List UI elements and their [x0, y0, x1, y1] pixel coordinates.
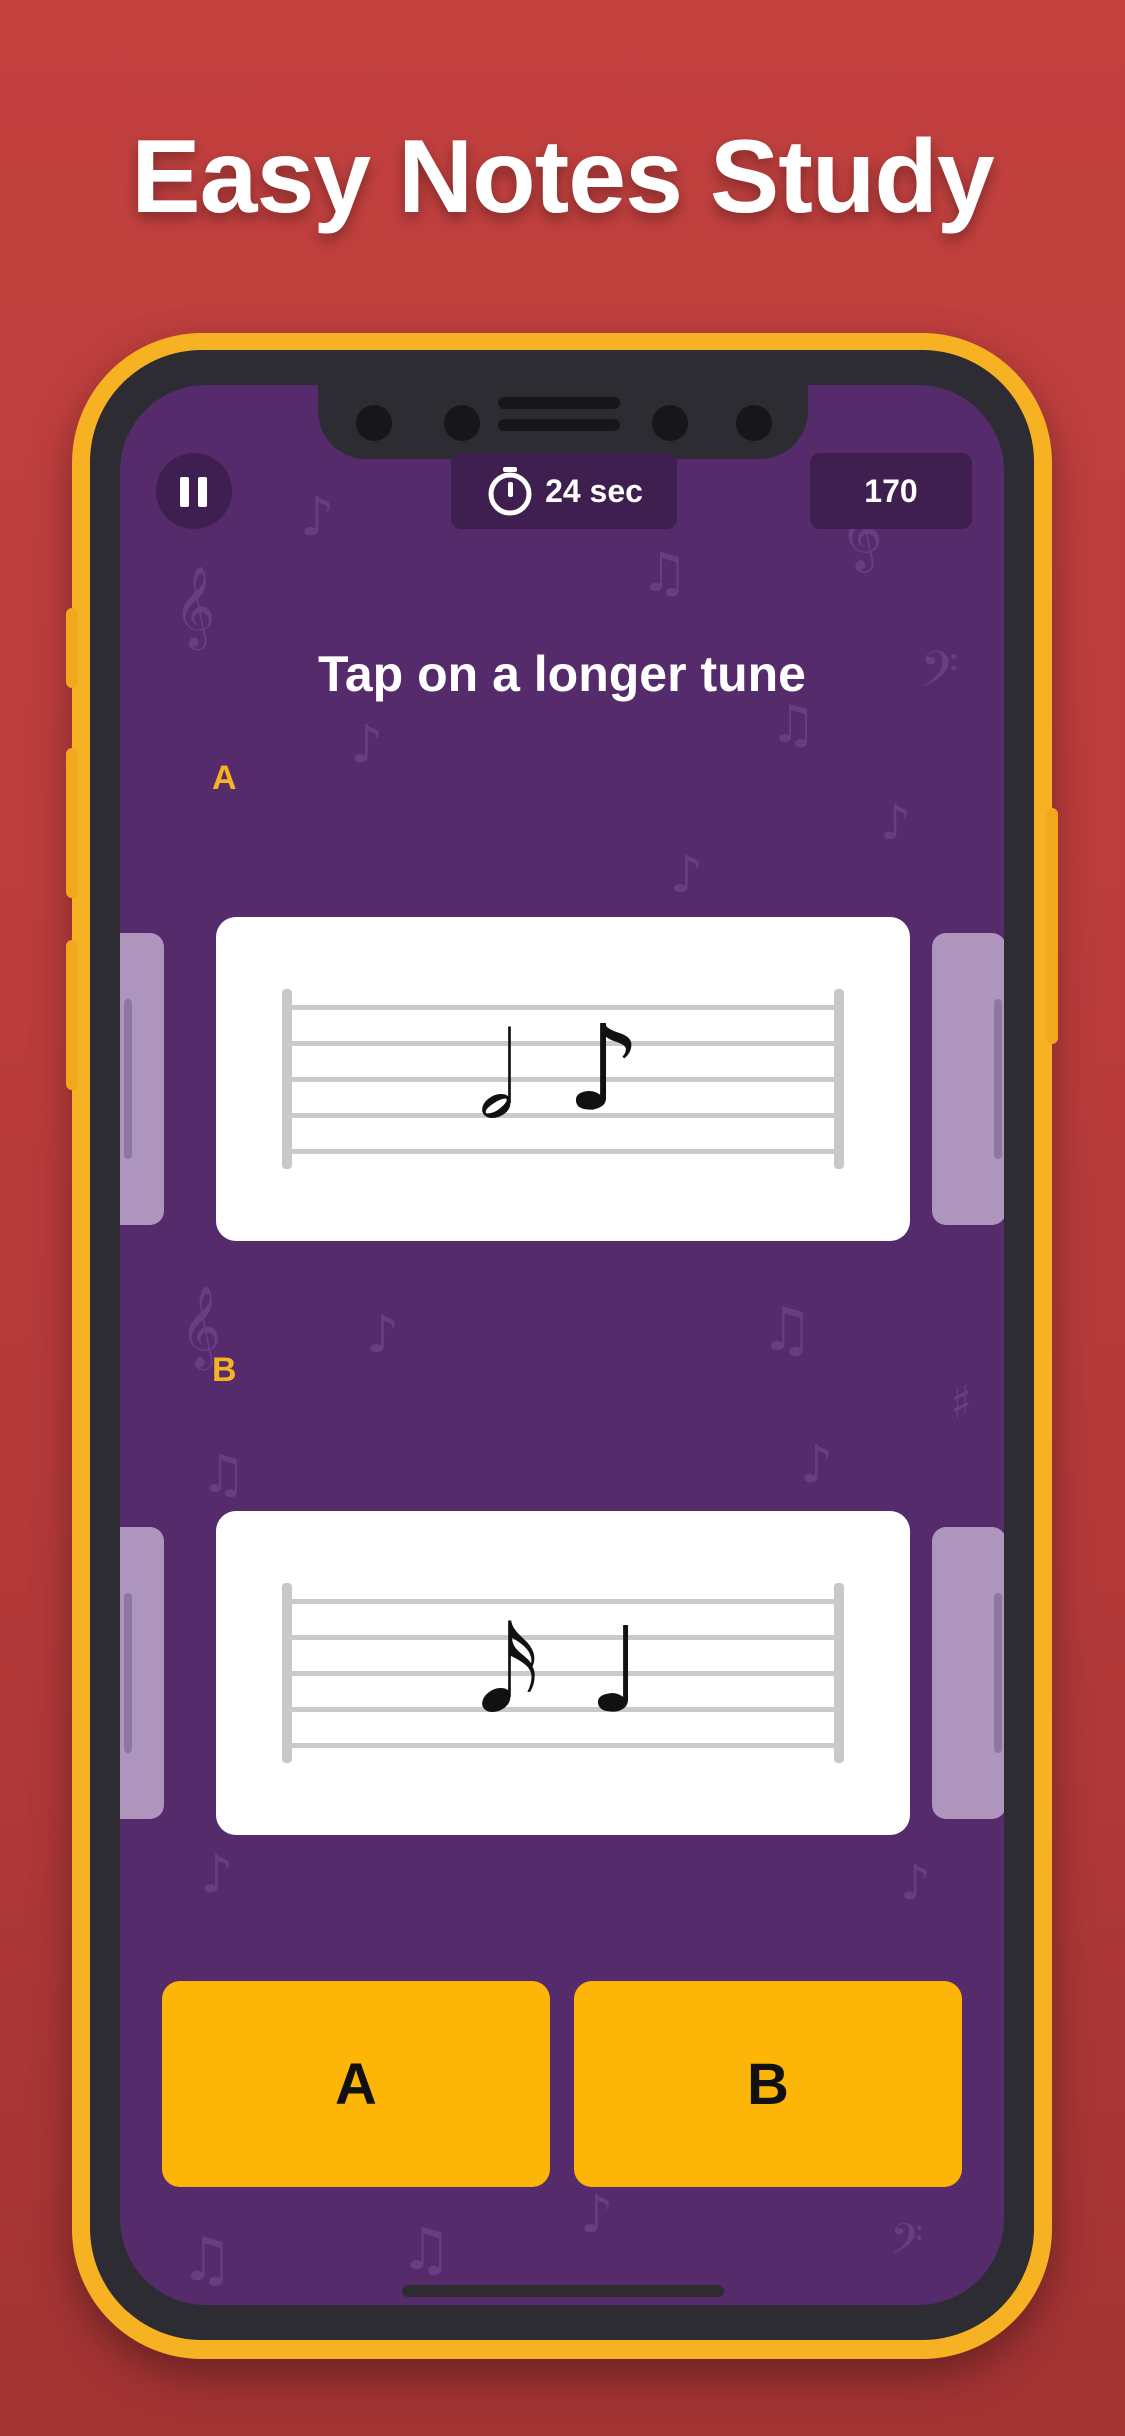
phone-side-button	[66, 748, 78, 898]
next-card-peek	[932, 933, 1004, 1225]
staff-line	[286, 1635, 842, 1640]
background-music-note-icon: ♪	[670, 845, 704, 905]
staff-line	[286, 1077, 842, 1082]
background-music-note-icon: ♪	[800, 1435, 834, 1495]
pause-button[interactable]	[156, 453, 232, 529]
staff-line	[286, 1113, 842, 1118]
eighth-note-icon: ♪	[566, 999, 642, 1137]
timer-badge: 24 sec	[451, 453, 677, 529]
phone-side-button	[66, 608, 78, 688]
sixteenth-note-icon: 𝅘𝅥𝅯	[478, 1601, 540, 1739]
background-music-note-icon: ♪	[900, 1855, 931, 1911]
background-music-note-icon: ♪	[580, 2185, 614, 2245]
answer-a-button[interactable]: A	[162, 1981, 550, 2187]
option-a-label: A	[212, 759, 237, 797]
previous-card-peek	[120, 933, 164, 1225]
background-music-note-icon: ♫	[760, 1295, 814, 1365]
question-prompt: Tap on a longer tune	[318, 646, 806, 702]
app-screen: 𝄞 ♪ 𝄞 ♫ 𝄢 ♫ ♪ ♪ ♪ 𝄞 ♪ ♫ ♯ ♫ ♪ ♪ ♪ ♫ ♫ ♪ …	[120, 385, 1004, 2305]
staff-line	[286, 1671, 842, 1676]
background-music-note-icon: ♫	[640, 541, 689, 604]
staff-line	[286, 1707, 842, 1712]
staff-line	[286, 1149, 842, 1154]
phone-notch	[318, 385, 808, 459]
background-music-note-icon: ♫	[770, 695, 817, 755]
background-music-note-icon: ♪	[200, 1845, 234, 1905]
phone-side-button	[1046, 808, 1058, 1044]
staff-line	[286, 1005, 842, 1010]
option-b-card[interactable]: 𝅘𝅥𝅯 ♩	[216, 1511, 910, 1835]
background-music-note-icon: ♯	[950, 1375, 973, 1429]
stopwatch-icon	[488, 467, 532, 516]
staff-line	[286, 1599, 842, 1604]
background-music-note-icon: ♪	[300, 485, 335, 548]
background-music-note-icon: ♫	[400, 2215, 452, 2283]
phone-side-button	[66, 940, 78, 1090]
next-card-peek	[932, 1527, 1004, 1819]
background-music-note-icon: 𝄞	[174, 565, 216, 647]
answer-b-button[interactable]: B	[574, 1981, 962, 2187]
background-music-note-icon: ♪	[880, 795, 911, 851]
background-music-note-icon: ♫	[200, 1445, 247, 1505]
home-indicator[interactable]	[402, 2285, 724, 2297]
score-badge: 170	[810, 453, 972, 529]
staff-line	[286, 1041, 842, 1046]
background-music-note-icon: ♪	[350, 715, 384, 775]
pause-icon	[198, 477, 207, 507]
half-note-icon: 𝅗𝅥	[478, 1007, 516, 1145]
background-music-note-icon: 𝄢	[890, 2215, 924, 2275]
staff-line	[286, 1743, 842, 1748]
previous-card-peek	[120, 1527, 164, 1819]
background-music-note-icon: ♫	[180, 2225, 234, 2295]
option-b-label: B	[212, 1351, 237, 1389]
option-a-card[interactable]: 𝅗𝅥 ♪	[216, 917, 910, 1241]
promo-title: Easy Notes Study	[131, 119, 995, 235]
pause-icon	[180, 477, 189, 507]
background-music-note-icon: ♪	[366, 1305, 400, 1365]
timer-text: 24 sec	[545, 472, 643, 509]
quarter-note-icon: ♩	[588, 1601, 644, 1739]
